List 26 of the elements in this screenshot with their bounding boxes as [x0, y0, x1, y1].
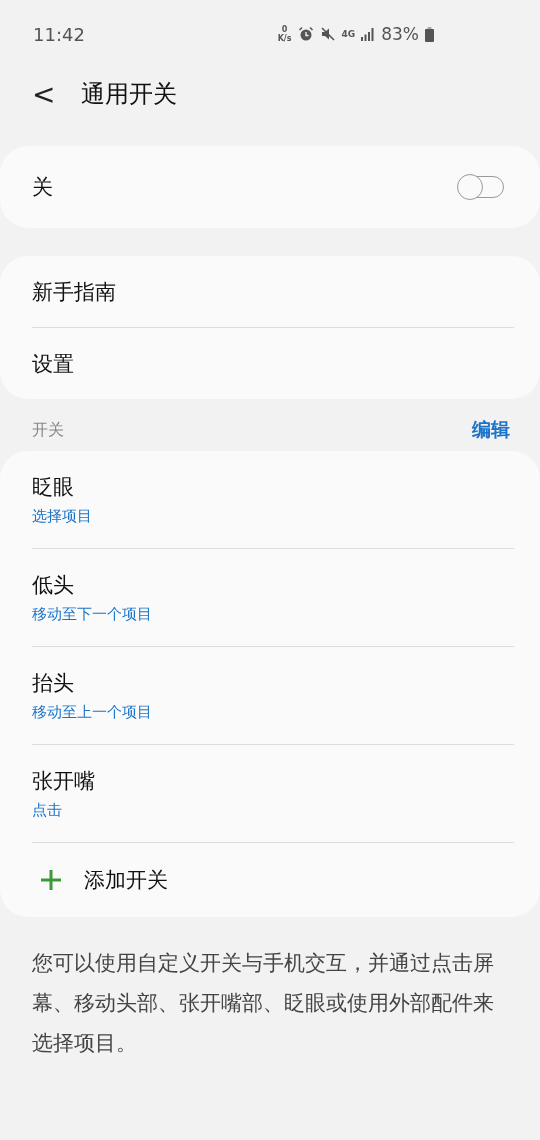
edit-button[interactable]: 编辑 [472, 417, 510, 443]
description-text: 您可以使用自定义开关与手机交互，并通过点击屏幕、移动头部、张开嘴部、眨眼或使用外部配件来选择项目。 [32, 950, 495, 1057]
net-speed: 0 K/s [277, 25, 292, 43]
switch-action: 选择项目 [32, 507, 93, 526]
switch-name[interactable]: 低头 [32, 571, 514, 599]
section-title: 开关 [32, 419, 64, 441]
mute-icon [319, 26, 336, 42]
menu-item[interactable]: 设置 [32, 328, 514, 399]
switch-name[interactable]: 抬头 [32, 669, 514, 697]
battery-level: 83% [381, 24, 419, 44]
alarm-icon [297, 26, 314, 42]
signal-icon [361, 27, 376, 41]
network-type: 4G [341, 29, 356, 39]
switch-name[interactable]: 眨眼 [32, 473, 514, 501]
switch-action: 移动至下一个项目 [32, 605, 153, 624]
add-switch-item[interactable]: 添加开关 [32, 843, 514, 917]
master-switch-label: 关 [32, 174, 53, 201]
status-time: 11:42 [33, 23, 85, 45]
switch-action: 移动至上一个项目 [32, 703, 153, 722]
page-title: 通用开关 [81, 79, 178, 110]
back-button[interactable]: < [28, 77, 60, 111]
switch-action: 点击 [32, 801, 63, 820]
battery-icon [425, 26, 434, 42]
plus-icon [40, 869, 62, 891]
switch-name[interactable]: 张开嘴 [32, 767, 514, 795]
menu-item[interactable]: 新手指南 [32, 256, 514, 327]
